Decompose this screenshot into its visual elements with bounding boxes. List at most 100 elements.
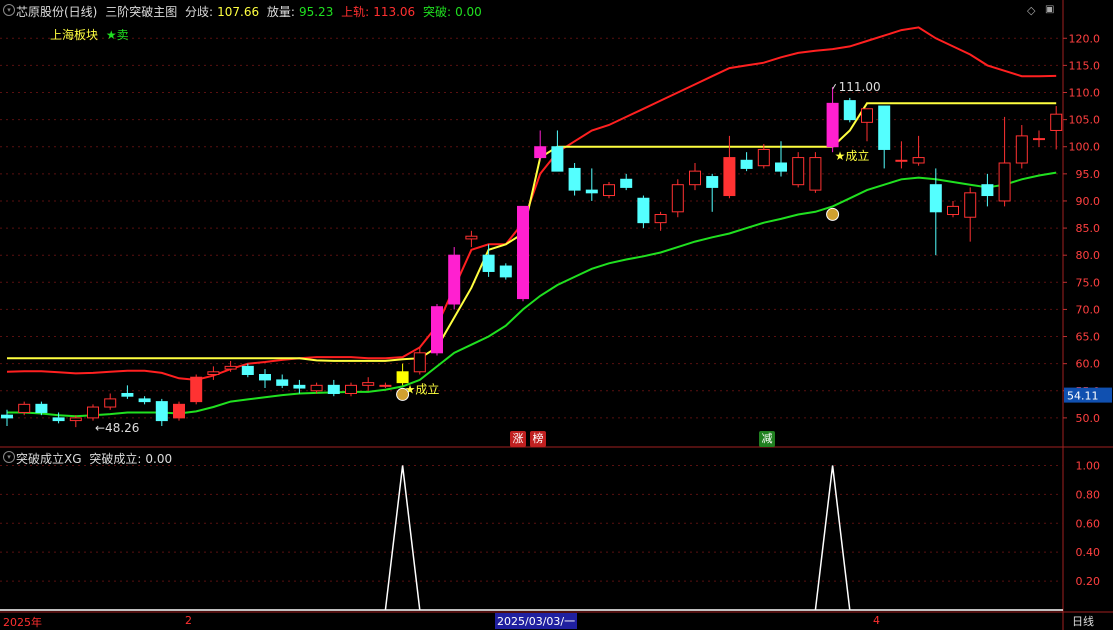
candle-body xyxy=(293,384,306,389)
candle-body xyxy=(551,146,564,172)
candle-body xyxy=(241,365,254,376)
y-tick-label: 70.0 xyxy=(1076,303,1101,316)
sub-y-tick-label: 0.60 xyxy=(1076,517,1101,530)
collapse-icon[interactable]: ▾ xyxy=(3,4,15,16)
candle-body xyxy=(637,197,650,224)
sub-y-tick-label: 1.00 xyxy=(1076,459,1101,472)
upper-band-line xyxy=(6,26,1057,381)
y-tick-label: 100.0 xyxy=(1069,141,1101,154)
candle-body xyxy=(998,162,1011,202)
candle-body xyxy=(740,159,753,169)
sub-header: 突破成立XG 突破成立: 0.00 xyxy=(16,450,176,467)
candle-body xyxy=(18,403,31,413)
y-tick-label: 120.0 xyxy=(1069,32,1101,45)
y-tick-label: 85.0 xyxy=(1076,222,1101,235)
candle-body xyxy=(1050,113,1063,131)
date-axis-month-4: 4 xyxy=(873,614,880,627)
candle-body xyxy=(1,414,13,419)
candle-body xyxy=(947,205,959,216)
badge-bang[interactable]: 榜 xyxy=(530,431,546,447)
y-tick-label: 110.0 xyxy=(1069,87,1101,100)
candle-body xyxy=(534,146,547,159)
candles xyxy=(1,87,1063,428)
money-bag-icon xyxy=(396,387,410,401)
candle-body xyxy=(517,205,529,300)
candle-body xyxy=(345,384,357,394)
tupo-value: 0.00 xyxy=(455,5,482,19)
established-label: ★成立 xyxy=(835,148,870,163)
candle-body xyxy=(585,189,598,194)
fangliang-value: 95.23 xyxy=(298,5,334,19)
candle-body xyxy=(52,417,65,422)
candle-body xyxy=(895,159,908,162)
candle-body xyxy=(259,374,271,381)
shangzhui-value: 113.06 xyxy=(373,5,416,19)
sub-signal-label: 突破成立: xyxy=(89,452,142,466)
candle-body xyxy=(689,170,701,186)
candle-body xyxy=(396,371,409,384)
badge-zhang[interactable]: 涨 xyxy=(510,431,526,447)
y-tick-label: 75.0 xyxy=(1076,276,1101,289)
candle-body xyxy=(207,371,220,375)
signal-spike xyxy=(384,465,421,611)
candle-body xyxy=(809,157,822,191)
indicator-lines xyxy=(6,26,1057,418)
candle-body xyxy=(826,102,839,148)
money-bag-icon xyxy=(826,207,840,221)
candle-body xyxy=(775,162,787,172)
candle-body xyxy=(465,235,478,240)
candle-body xyxy=(121,392,134,397)
candle-body xyxy=(654,214,667,224)
y-tick-label: 60.0 xyxy=(1076,358,1101,371)
y-tick-label: 105.0 xyxy=(1069,114,1101,127)
y-tick-label: 80.0 xyxy=(1076,249,1101,262)
mid-line xyxy=(7,102,1057,362)
candle-body xyxy=(603,184,615,197)
candle-body xyxy=(35,403,48,413)
established-label: ★成立 xyxy=(405,381,440,396)
candle-body xyxy=(723,157,736,197)
candle-body xyxy=(138,398,151,403)
sub-y-tick-label: 0.40 xyxy=(1076,546,1101,559)
y-tick-label: 95.0 xyxy=(1076,168,1101,181)
candle-body xyxy=(310,384,323,392)
candle-body xyxy=(190,376,203,403)
legend: 上海板块 ★卖 xyxy=(50,26,133,43)
indicator-name[interactable]: 三阶突破主图 xyxy=(105,5,177,19)
period-label[interactable]: 日线 xyxy=(1072,613,1094,629)
candle-body xyxy=(981,184,994,197)
sub-indicator-name[interactable]: 突破成立XG xyxy=(16,452,82,466)
fangliang-label: 放量: xyxy=(266,5,295,19)
candle-body xyxy=(499,265,512,278)
y-tick-label: 90.0 xyxy=(1076,195,1101,208)
badge-jian[interactable]: 减 xyxy=(759,431,775,447)
stock-name[interactable]: 芯原股份(日线) xyxy=(16,5,97,19)
candle-body xyxy=(379,384,392,387)
candle-body xyxy=(1033,138,1045,141)
y-tick-label: 115.0 xyxy=(1069,59,1101,72)
candle-body xyxy=(69,417,82,422)
cursor-date[interactable]: 2025/03/03/一 xyxy=(495,613,578,629)
sub-signal-value: 0.00 xyxy=(145,452,173,466)
sub-collapse-icon[interactable]: ▾ xyxy=(3,451,15,463)
chart-canvas[interactable]: 50.055.060.065.070.075.080.085.090.095.0… xyxy=(0,0,1113,630)
sub-y-tick-label: 0.80 xyxy=(1076,488,1101,501)
breakout-signal-series xyxy=(0,465,1063,611)
settings-icon[interactable]: ▣ xyxy=(1045,4,1054,15)
candle-body xyxy=(104,398,117,408)
candle-body xyxy=(912,157,925,164)
grid xyxy=(0,0,1113,630)
candle-body xyxy=(757,148,770,167)
legend-sell: ★卖 xyxy=(105,28,129,42)
sub-y-tick-label: 0.20 xyxy=(1076,575,1101,588)
candle-body xyxy=(620,178,633,188)
low-price-label: ←48.26 xyxy=(95,421,139,435)
fenqi-value: 107.66 xyxy=(217,5,260,19)
shangzhui-label: 上轨: xyxy=(341,5,370,19)
lower-band-line xyxy=(7,171,1057,418)
high-price-pointer xyxy=(832,83,837,90)
diamond-icon[interactable]: ◇ xyxy=(1027,4,1035,17)
y-axis: 50.055.060.065.070.075.080.085.090.095.0… xyxy=(1063,32,1112,588)
high-price-label: 111.00 xyxy=(839,80,881,94)
legend-block[interactable]: 上海板块 xyxy=(50,28,98,42)
